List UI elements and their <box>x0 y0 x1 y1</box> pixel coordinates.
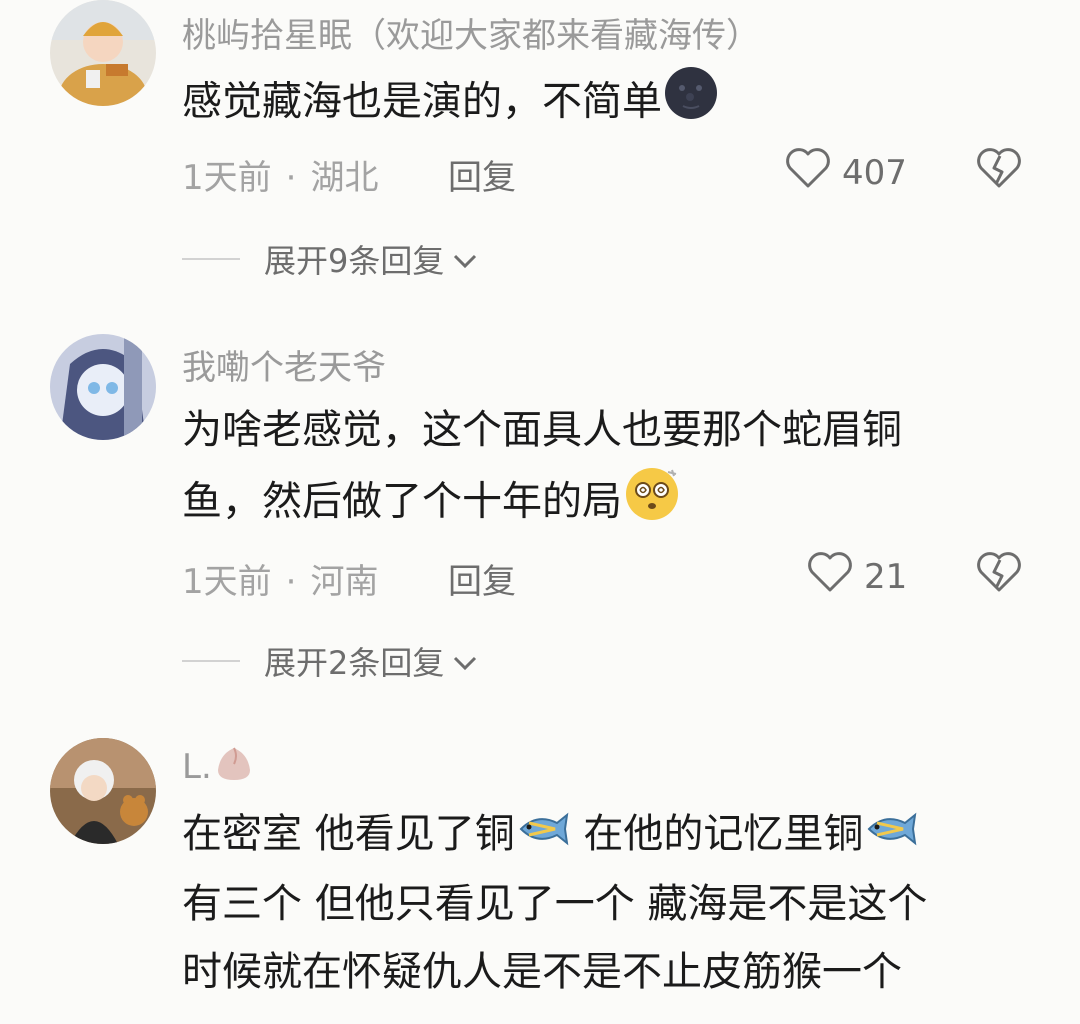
divider <box>182 258 240 260</box>
separator: · <box>285 562 297 602</box>
broken-heart-icon <box>975 552 1023 598</box>
comment-text-line: 时候就在怀疑仇人是不是不止皮筋猴一个 <box>182 949 902 995</box>
reply-button[interactable]: 回复 <box>448 150 516 199</box>
fish-emoji <box>863 802 919 870</box>
comment-time: 1天前 <box>182 562 272 602</box>
reply-button[interactable]: 回复 <box>448 554 516 603</box>
comment-location: 河南 <box>310 562 379 602</box>
dislike-button[interactable] <box>975 550 1023 598</box>
separator: · <box>285 158 297 198</box>
like-button[interactable]: 407 <box>784 146 907 199</box>
comment-meta: 1天前 · 河南 <box>182 554 378 603</box>
comment-text: 感觉藏海也是演的，不简单 <box>182 64 1032 143</box>
peach-bun-emoji <box>212 744 256 793</box>
heart-icon <box>784 146 832 199</box>
username[interactable]: L. <box>182 744 256 793</box>
heart-icon <box>806 550 854 603</box>
like-button[interactable]: 21 <box>806 550 907 603</box>
comment-text-line: 在密室 他看见了铜 在他的记忆里铜 <box>182 800 1032 870</box>
avatar[interactable] <box>50 0 156 106</box>
chevron-down-icon <box>452 240 478 278</box>
expand-replies[interactable]: 展开2条回复 <box>182 638 478 684</box>
comment-text-line: 有三个 但他只看见了一个 藏海是不是这个 <box>182 881 928 927</box>
like-count: 21 <box>864 556 908 597</box>
expand-replies-label: 展开9条回复 <box>264 242 445 280</box>
expand-replies-label: 展开2条回复 <box>264 644 445 682</box>
comment-text-line: 为啥老感觉，这个面具人也要那个蛇眉铜 <box>182 407 902 453</box>
username[interactable]: 桃屿拾星眠（欢迎大家都来看藏海传） <box>182 8 760 57</box>
avatar[interactable] <box>50 738 156 844</box>
comment-text: 在密室 他看见了铜 在他的记忆里铜 有三个 但他只看见了一个 藏海是不是这个 时… <box>182 800 1032 1006</box>
comment-location: 湖北 <box>310 158 379 198</box>
new-moon-face-emoji <box>662 64 720 143</box>
broken-heart-icon <box>975 148 1023 194</box>
fish-emoji <box>515 802 571 870</box>
chevron-down-icon <box>452 642 478 680</box>
comment-meta: 1天前 · 湖北 <box>182 150 378 199</box>
comment-text-line-2: 鱼，然后做了个十年的局 <box>182 464 1032 543</box>
divider <box>182 660 240 662</box>
like-count: 407 <box>842 152 907 193</box>
username[interactable]: 我嘞个老天爷 <box>182 340 386 389</box>
avatar[interactable] <box>50 334 156 440</box>
dizzy-face-emoji <box>622 464 682 543</box>
expand-replies[interactable]: 展开9条回复 <box>182 236 478 282</box>
comment-text-line: 感觉藏海也是演的，不简单 <box>182 78 662 125</box>
comment-time: 1天前 <box>182 158 272 198</box>
dislike-button[interactable] <box>975 146 1023 194</box>
comment-text: 为啥老感觉，这个面具人也要那个蛇眉铜 鱼，然后做了个十年的局 <box>182 396 1032 543</box>
